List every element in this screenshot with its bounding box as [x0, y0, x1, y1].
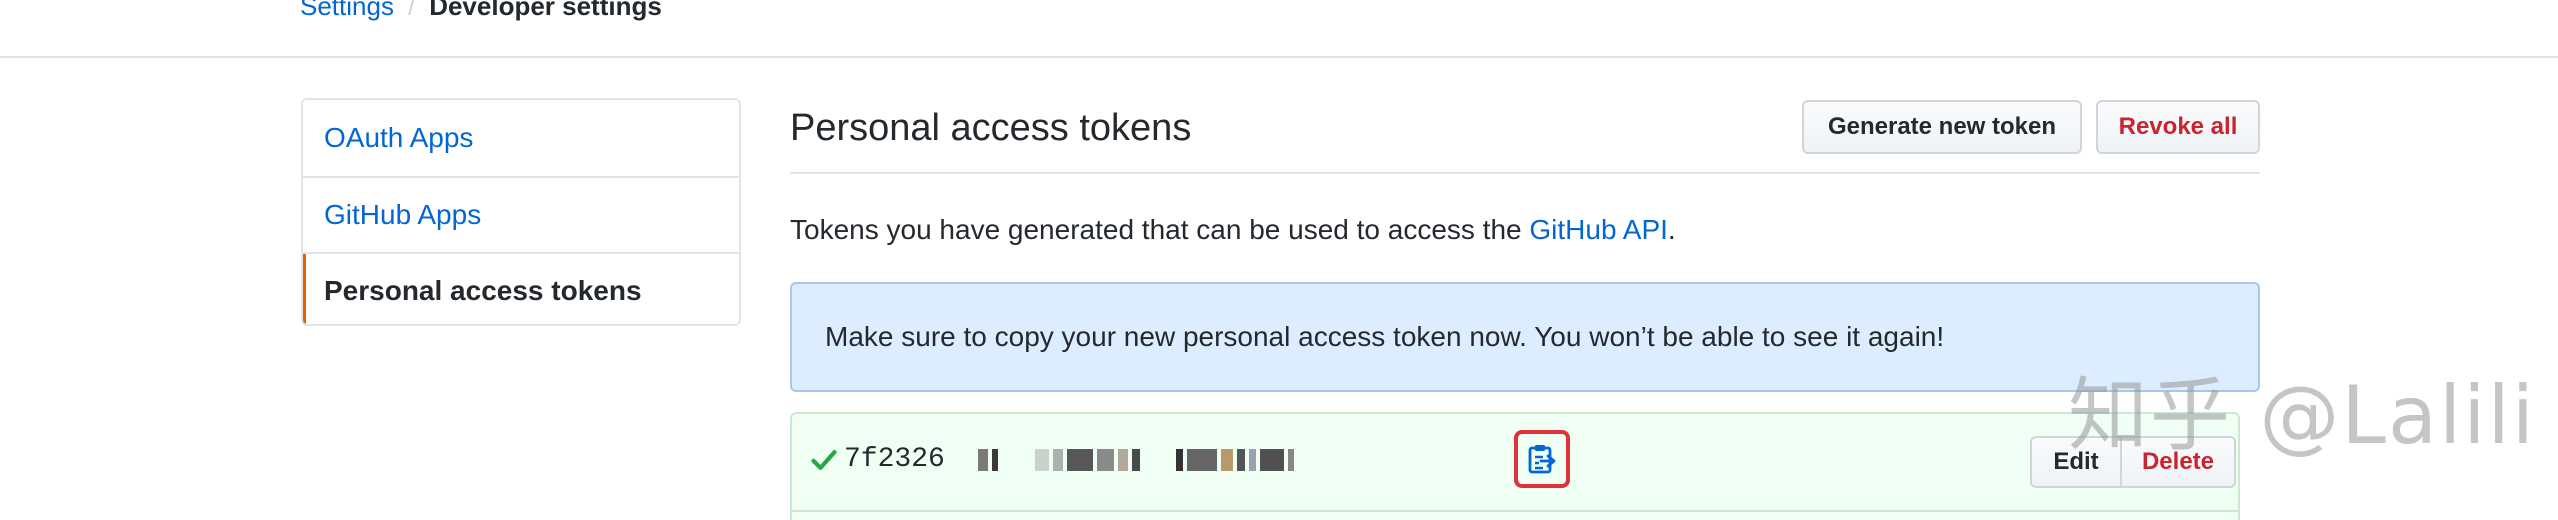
breadcrumb-current: Developer settings	[429, 0, 662, 21]
revoke-all-button[interactable]: Revoke all	[2096, 100, 2260, 154]
sidebar-item-personal-access-tokens[interactable]: Personal access tokens	[303, 252, 739, 324]
token-value: 7f2326	[844, 444, 945, 475]
sidebar-item-github-apps[interactable]: GitHub Apps	[303, 176, 739, 252]
intro-text-suffix: .	[1667, 214, 1676, 245]
page: Settings / Developer settings OAuth Apps…	[0, 0, 2558, 520]
token-redacted-pixels	[978, 442, 1298, 478]
check-icon	[811, 450, 837, 470]
github-api-link[interactable]: GitHub API	[1529, 214, 1668, 245]
sidebar-item-oauth-apps[interactable]: OAuth Apps	[303, 100, 739, 176]
token-row-divider	[792, 510, 2238, 512]
breadcrumb-settings-link[interactable]: Settings	[300, 0, 394, 24]
title-divider	[790, 172, 2260, 174]
breadcrumb-separator: /	[407, 0, 416, 21]
token-row: 7f2326 Edit Delete	[790, 412, 2240, 520]
intro-text: Tokens you have generated that can be us…	[790, 212, 1676, 248]
page-title: Personal access tokens	[790, 107, 1192, 149]
breadcrumb: Settings / Developer settings	[300, 0, 662, 24]
sidebar-item-label: OAuth Apps	[324, 122, 474, 153]
copy-token-button[interactable]	[1514, 430, 1570, 488]
generate-new-token-button[interactable]: Generate new token	[1802, 100, 2082, 154]
sidebar-item-label: GitHub Apps	[324, 199, 482, 230]
clippy-icon	[1528, 445, 1556, 474]
settings-sidebar: OAuth Apps GitHub Apps Personal access t…	[301, 98, 741, 326]
header-divider	[0, 56, 2558, 58]
flash-message: Make sure to copy your new personal acce…	[825, 321, 1945, 352]
sidebar-item-label: Personal access tokens	[324, 275, 642, 306]
intro-text-prefix: Tokens you have generated that can be us…	[790, 214, 1530, 245]
flash-notice: Make sure to copy your new personal acce…	[790, 282, 2260, 392]
watermark: 知乎 @Lalili	[2068, 369, 2536, 462]
